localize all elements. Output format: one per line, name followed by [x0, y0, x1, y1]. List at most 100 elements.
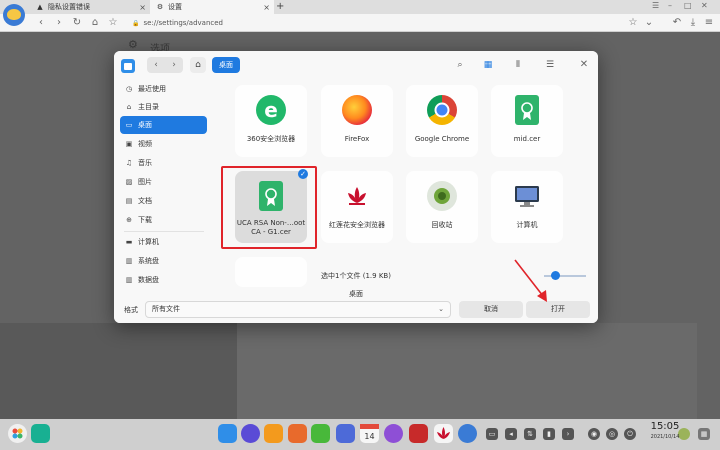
tab-label: 设置 — [168, 3, 182, 11]
file-item-trash[interactable]: 回收站 — [406, 171, 478, 243]
file-item-firefox[interactable]: FireFox — [321, 85, 393, 157]
clock-time[interactable]: 15:05 — [640, 421, 690, 432]
sidebar-item-downloads[interactable]: ⊕ 下载 — [120, 211, 207, 229]
notification-icon[interactable]: ▭ — [486, 428, 498, 440]
close-icon[interactable]: ✕ — [576, 57, 592, 73]
list-view-icon[interactable]: ⦀ — [510, 57, 526, 73]
chrome-icon — [427, 95, 457, 125]
clock-icon: ◷ — [125, 85, 133, 93]
history-nav: ‹ › — [147, 57, 183, 73]
lotus-browser-icon[interactable] — [434, 424, 453, 443]
file-type-value: 所有文件 — [152, 305, 180, 313]
breadcrumb[interactable]: 桌面 — [212, 57, 240, 73]
file-item-360-browser[interactable]: e 360安全浏览器 — [235, 85, 307, 157]
browser-menu-icon[interactable]: ≡ — [702, 16, 716, 30]
file-item-chrome[interactable]: Google Chrome — [406, 85, 478, 157]
sidebar-item-recent[interactable]: ◷ 最近使用 — [120, 80, 207, 98]
forward-icon[interactable]: › — [52, 16, 66, 30]
forward-icon[interactable]: › — [165, 57, 183, 73]
tab-privacy-error[interactable]: ▲ 隐私设置错误 × — [30, 0, 150, 14]
power-icon[interactable]: ⏻ — [624, 428, 636, 440]
sidebar-item-video[interactable]: ▣ 视频 — [120, 135, 207, 153]
sidebar-item-home[interactable]: ⌂ 主目录 — [120, 98, 207, 116]
dialog-header: ‹ › ⌂ 桌面 ⌕ ▦ ⦀ ☰ ✕ — [114, 51, 598, 79]
lotus-browser-icon — [342, 181, 372, 211]
sidebar-item-computer[interactable]: ▬ 计算机 — [120, 233, 207, 251]
maximize-icon[interactable]: □ — [684, 1, 692, 10]
reload-icon[interactable]: ↻ — [70, 16, 84, 30]
bookmark-icon[interactable]: ☆ — [106, 16, 120, 30]
document-viewer-icon[interactable] — [336, 424, 355, 443]
sidebar-item-label: 计算机 — [138, 238, 159, 246]
sidebar-item-label: 视频 — [138, 140, 152, 148]
browser-logo-icon[interactable] — [458, 424, 477, 443]
dialog-footer: 格式 所有文件 ⌄ 取消 打开 — [114, 299, 598, 323]
back-icon[interactable]: ‹ — [34, 16, 48, 30]
details-view-icon[interactable]: ☰ — [542, 57, 558, 73]
tab-label: 隐私设置错误 — [48, 3, 90, 11]
tab-bar: ▲ 隐私设置错误 × ⚙ 设置 × + ☰ – □ ✕ — [0, 0, 720, 14]
zoom-slider-handle[interactable] — [550, 271, 560, 280]
icon-view-icon[interactable]: ▦ — [480, 57, 496, 73]
sidebar-item-pictures[interactable]: ▨ 图片 — [120, 173, 207, 191]
back-icon[interactable]: ‹ — [147, 57, 165, 73]
browser-360-icon: e — [256, 95, 286, 125]
launcher-icon[interactable] — [8, 424, 27, 443]
battery-icon[interactable]: ▮ — [543, 428, 555, 440]
sidebar-item-label: 音乐 — [138, 159, 152, 167]
input-method-icon[interactable]: ◉ — [588, 428, 600, 440]
music-player-icon[interactable] — [311, 424, 330, 443]
image-viewer-icon[interactable] — [288, 424, 307, 443]
file-item-mid-cer[interactable]: mid.cer — [491, 85, 563, 157]
cancel-button[interactable]: 取消 — [459, 301, 523, 318]
search-icon[interactable]: ⌕ — [452, 57, 468, 73]
warning-icon: ▲ — [37, 3, 43, 11]
volume-icon[interactable]: ◂ — [505, 428, 517, 440]
network-icon[interactable]: ⇅ — [524, 428, 536, 440]
sidebar-item-label: 主目录 — [138, 103, 159, 111]
sidebar-item-system-disk[interactable]: ▥ 系统盘 — [120, 252, 207, 270]
show-desktop-icon[interactable]: ▦ — [698, 428, 710, 440]
home-icon[interactable]: ⌂ — [88, 16, 102, 30]
close-icon[interactable]: × — [263, 3, 270, 12]
calendar-day: 14 — [364, 432, 374, 441]
file-name: 红莲花安全浏览器 — [329, 221, 385, 229]
home-icon[interactable]: ⌂ — [190, 57, 206, 73]
expand-tray-icon[interactable]: › — [562, 428, 574, 440]
sidebar-item-documents[interactable]: ▤ 文档 — [120, 192, 207, 210]
screen-record-icon[interactable]: ◎ — [606, 428, 618, 440]
sidebar-item-desktop[interactable]: ▭ 桌面 — [120, 116, 207, 134]
computer-icon — [512, 181, 542, 211]
file-manager-icon[interactable] — [218, 424, 237, 443]
sidebar-item-label: 系统盘 — [138, 257, 159, 265]
menu-icon[interactable]: ☰ — [652, 1, 659, 10]
download-icon[interactable]: ⤓ — [686, 16, 700, 30]
firefox-icon — [342, 95, 372, 125]
sidebar-item-label: 最近使用 — [138, 85, 166, 93]
lock-icon: 🔒 — [132, 20, 140, 27]
app-store-icon[interactable] — [264, 424, 283, 443]
chevron-down-icon[interactable]: ⌄ — [642, 16, 656, 30]
settings-icon[interactable] — [384, 424, 403, 443]
file-item-lotus-browser[interactable]: 红莲花安全浏览器 — [321, 171, 393, 243]
open-button[interactable]: 打开 — [526, 301, 590, 318]
tab-settings[interactable]: ⚙ 设置 × — [150, 0, 274, 14]
file-type-select[interactable]: 所有文件 ⌄ — [145, 301, 451, 318]
browser-icon[interactable] — [241, 424, 260, 443]
sidebar-item-music[interactable]: ♫ 音乐 — [120, 154, 207, 172]
undo-icon[interactable]: ↶ — [670, 16, 684, 30]
clock-date[interactable]: 2021/10/14 — [640, 434, 690, 440]
file-open-dialog: ‹ › ⌂ 桌面 ⌕ ▦ ⦀ ☰ ✕ ◷ 最近使用 ⌂ 主目录 ▭ 桌面 ▣ 视频 ♫ 音… — [114, 51, 598, 323]
close-icon[interactable]: × — [139, 3, 146, 12]
address-bar[interactable]: 🔒 se://settings/advanced — [132, 17, 532, 29]
new-tab-button[interactable]: + — [276, 0, 284, 14]
calendar-icon[interactable]: 14 — [360, 424, 379, 443]
terminal-icon[interactable] — [409, 424, 428, 443]
close-window-icon[interactable]: ✕ — [701, 1, 708, 10]
browser-logo-icon[interactable] — [3, 4, 25, 26]
minimize-icon[interactable]: – — [668, 1, 672, 10]
star-icon[interactable]: ☆ — [626, 16, 640, 30]
multitask-view-icon[interactable] — [31, 424, 50, 443]
file-item-computer[interactable]: 计算机 — [491, 171, 563, 243]
document-icon: ▤ — [125, 197, 133, 205]
